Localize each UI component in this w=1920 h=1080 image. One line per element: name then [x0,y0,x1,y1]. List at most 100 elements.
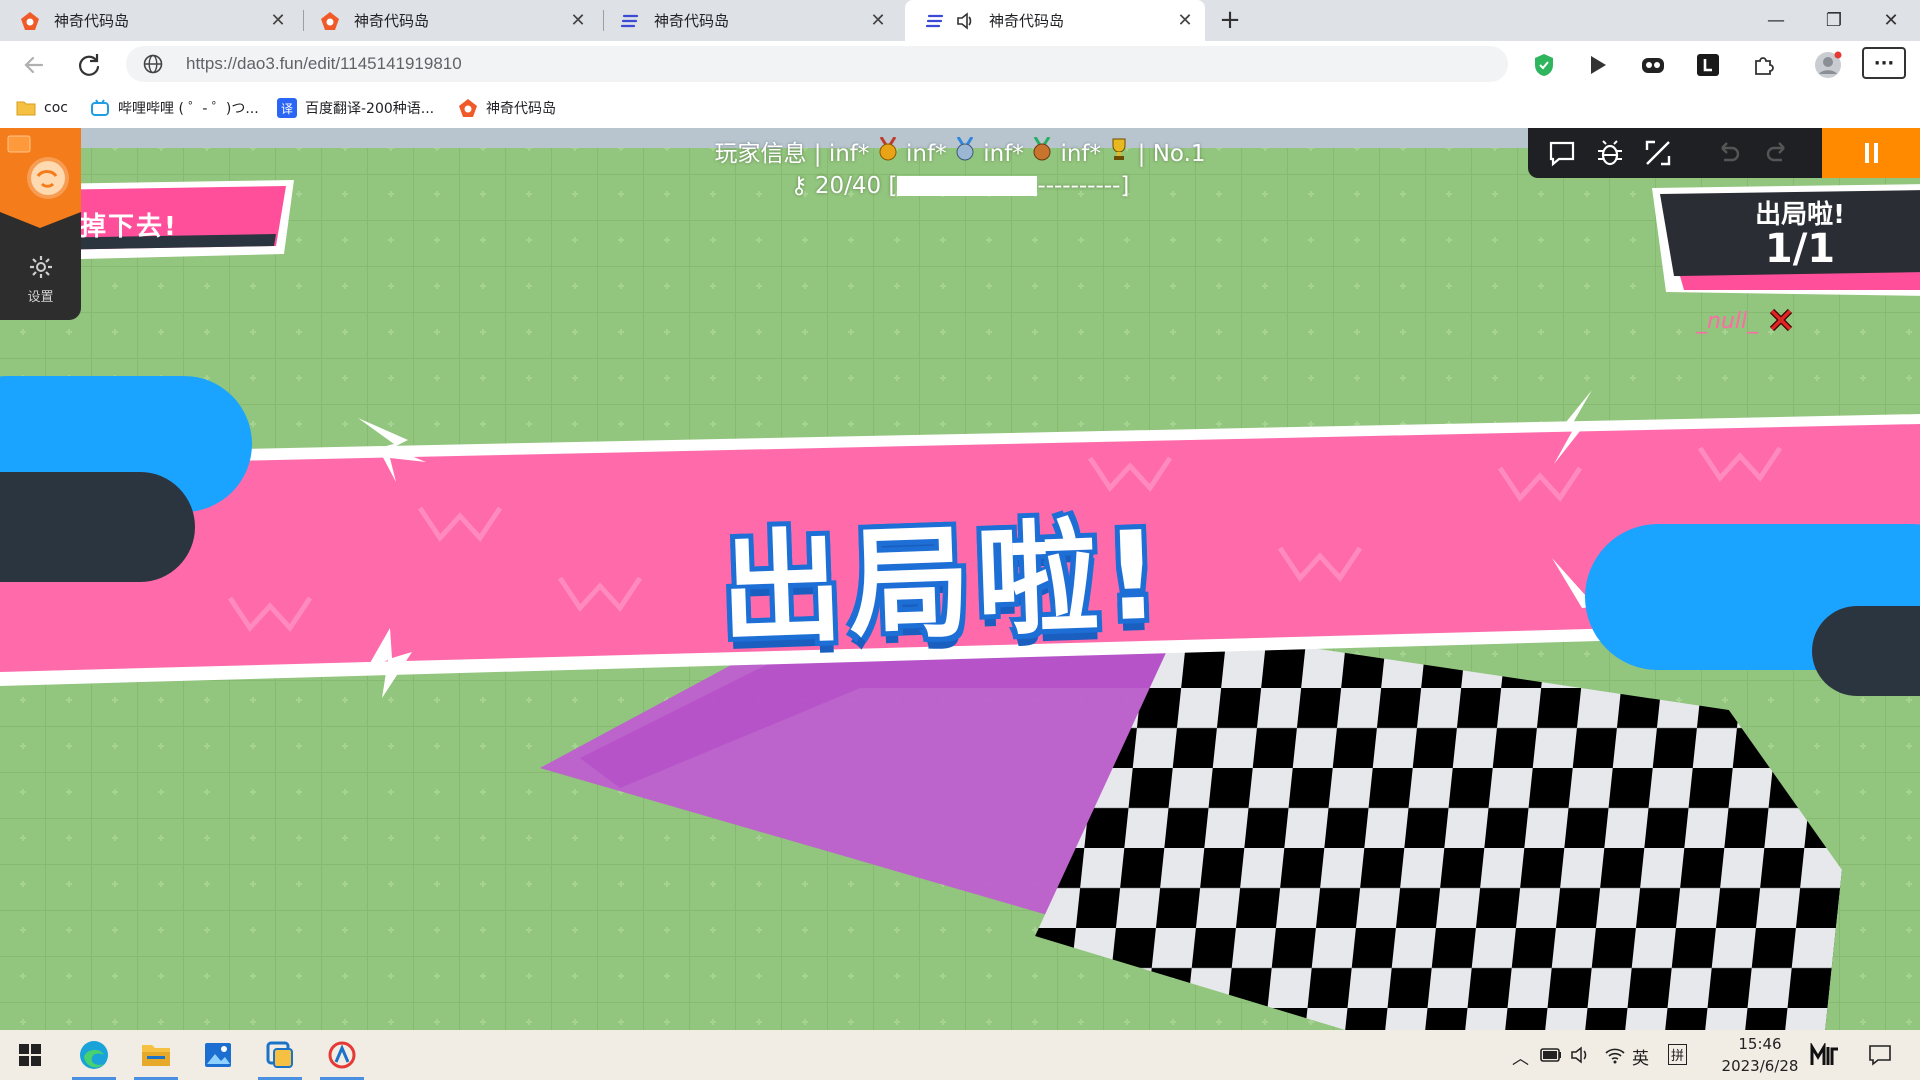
gold-medal-icon [879,136,897,161]
windows-start-icon [19,1044,41,1066]
battery-icon[interactable] [1540,1048,1562,1062]
tab-title: 神奇代码岛 [654,12,730,30]
new-tab-button[interactable]: + [1214,4,1246,36]
dao3-icon [328,1041,356,1069]
bookmark-label: 哔哩哔哩 ( ゜- ゜)つ... [118,101,259,117]
start-button[interactable] [2,1030,58,1080]
bookmark-coc[interactable]: coc [16,96,68,120]
trophy-count: inf* [1060,141,1102,167]
doc-lines-icon [620,14,639,27]
bookmark-baidu-translate[interactable]: 译 百度翻译-200种语... [277,96,434,120]
photos-icon [205,1043,231,1067]
pause-button[interactable] [1822,128,1920,178]
more-menu-button[interactable]: ··· [1862,47,1906,79]
taskbar-dao3[interactable] [314,1030,370,1080]
game-extension-icon[interactable] [1637,49,1669,81]
bookmark-dao3[interactable]: 神奇代码岛 [458,96,556,120]
menu-header[interactable] [0,128,81,228]
tab-title: 神奇代码岛 [989,12,1065,30]
window-close-button[interactable]: ✕ [1863,0,1919,41]
red-x-icon [1770,308,1793,332]
editor-toolbar [1528,128,1920,178]
address-bar[interactable]: https://dao3.fun/edit/1145141919810 [126,46,1508,82]
taskbar-app[interactable] [252,1030,308,1080]
tab-title: 神奇代码岛 [354,12,430,30]
taskbar-photos[interactable] [190,1030,246,1080]
clock-date[interactable]: 2023/6/28 [1705,1057,1815,1075]
player-rank: | No.1 [1137,141,1206,167]
notification-center-icon[interactable] [1868,1044,1892,1066]
browser-toolbar: https://dao3.fun/edit/1145141919810 ··· [0,41,1920,88]
bronze-medal-count: inf* [983,141,1024,167]
fullscreen-icon[interactable] [1642,137,1674,169]
puzzle-extensions-icon[interactable] [1747,49,1779,81]
browser-tab[interactable]: 神奇代码岛 ✕ [600,0,898,41]
code-island-logo-icon [0,135,81,228]
settings-label[interactable]: 设置 [0,286,81,305]
bronze-medal-icon [1033,136,1051,161]
close-tab-icon[interactable]: ✕ [568,10,588,31]
eliminated-player-name: _null_ [1696,309,1759,334]
out-banner-text: 出局啦! [718,504,1169,662]
editor-side-menu: 设置 [0,128,81,320]
elimination-count: 1/1 [1764,226,1836,272]
browser-tab[interactable]: 神奇代码岛 ✕ [0,0,298,41]
tab-title: 神奇代码岛 [54,12,130,30]
browser-tab-strip: 神奇代码岛 ✕ 神奇代码岛 ✕ 神奇代码岛 ✕ 神奇代码岛 ✕ + — ❐ ✕ [0,0,1920,41]
url-text[interactable]: https://dao3.fun/edit/1145141919810 [186,54,462,74]
undo-icon[interactable] [1712,137,1744,169]
volume-icon[interactable] [1570,1046,1590,1064]
progress-tail: ----------] [1037,173,1130,199]
speaker-icon[interactable] [955,11,975,31]
dao3-icon [321,11,339,30]
taskbar-edge[interactable] [66,1030,122,1080]
doc-lines-icon [925,14,944,27]
close-tab-icon[interactable]: ✕ [1175,10,1195,31]
redo-icon[interactable] [1762,137,1794,169]
key-icon: ⚷ [790,173,808,199]
browser-tab[interactable]: 神奇代码岛 ✕ [300,0,598,41]
translate-icon: 译 [277,98,297,118]
l-extension-icon[interactable] [1692,49,1724,81]
globe-icon[interactable] [142,53,164,75]
profile-avatar-icon[interactable] [1812,49,1844,81]
app-square-icon [266,1041,293,1068]
play-extension-icon[interactable] [1582,49,1614,81]
back-arrow-icon[interactable] [18,49,50,81]
bookmark-label: 神奇代码岛 [486,101,556,117]
windows-taskbar: ︿ 英 拼 15:46 2023/6/28 [0,1030,1920,1080]
tray-chevron-up-icon[interactable]: ︿ [1512,1044,1529,1069]
progress-prefix: 20/40 [ [814,173,898,199]
gear-icon[interactable] [28,254,54,280]
restore-button[interactable]: ❐ [1806,0,1862,41]
minimize-button[interactable]: — [1748,0,1804,41]
chat-icon[interactable] [1546,137,1578,169]
bookmarks-bar: coc 哔哩哔哩 ( ゜- ゜)つ... 译 百度翻译-200种语... 神奇代… [0,88,1920,128]
bookmark-label: coc [44,100,68,116]
progress-fill [897,176,1038,196]
shield-extension-icon[interactable] [1528,49,1560,81]
close-tab-icon[interactable]: ✕ [868,10,888,31]
eliminated-player-row: _null_ [1696,308,1793,334]
silver-medal-icon [956,136,974,161]
close-tab-icon[interactable]: ✕ [268,10,288,31]
taskbar-file-explorer[interactable] [128,1030,184,1080]
silver-medal-count: inf* [906,141,947,167]
svg-text:译: 译 [281,102,293,116]
ime-mode-indicator[interactable]: 拼 [1668,1044,1688,1065]
clock-time[interactable]: 15:46 [1720,1035,1800,1053]
ime-language-indicator[interactable]: 英 [1632,1044,1649,1069]
reload-icon[interactable] [73,49,105,81]
player-info-prefix: 玩家信息 | [714,141,829,167]
browser-tab-active[interactable]: 神奇代码岛 ✕ [905,0,1205,41]
im-app-tray-icon[interactable] [1810,1043,1840,1067]
debug-bug-icon[interactable] [1594,137,1626,169]
left-hint-text: 掉下去! [80,212,178,242]
game-viewport[interactable]: 玩家信息 | inf* inf* inf* inf* | No.1 ⚷ 20/4… [0,128,1920,1030]
bookmark-label: 百度翻译-200种语... [305,101,435,117]
wifi-icon[interactable] [1604,1045,1626,1065]
bookmark-bilibili[interactable]: 哔哩哔哩 ( ゜- ゜)つ... [90,96,259,120]
bilibili-icon [91,99,109,116]
trophy-icon [1112,138,1126,160]
edge-icon [80,1041,108,1069]
